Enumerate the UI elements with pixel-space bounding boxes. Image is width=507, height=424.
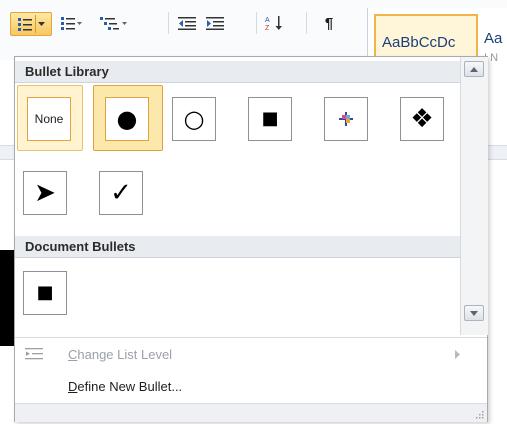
svg-text:A: A [265,17,270,24]
decrease-indent-button[interactable] [176,12,198,34]
menu-separator [15,337,487,338]
bullets-button[interactable] [10,12,52,36]
style-next[interactable]: Aa [484,30,502,47]
increase-indent-icon [206,17,224,30]
scroll-up-button[interactable] [464,61,484,77]
chevron-down-icon [38,22,45,26]
four-diamonds-icon: ❖ [410,104,434,134]
bullets-icon [18,18,32,31]
increase-indent-button[interactable] [204,12,226,34]
multilevel-list-icon [100,17,127,30]
styles-gallery[interactable]: AaBbCcDc Aa I N [367,8,507,66]
picture-bullet-icon [339,112,353,126]
resize-bar[interactable] [15,403,487,422]
style-preview-text: AaBbCcDc [382,34,456,51]
numbering-icon [61,17,82,30]
document-content-fragment [0,250,14,346]
define-new-bullet-item[interactable]: Define New Bullet... [15,373,487,401]
svg-text:Z: Z [265,25,270,31]
filled-circle-icon: ● [116,105,138,133]
bullet-filled-square[interactable]: ■ [248,97,292,141]
submenu-arrow-icon [455,350,460,359]
scroll-down-button[interactable] [464,305,484,321]
bullet-library-dropdown: Bullet Library None ● ○ ■ ❖ ➤ ✓ Document… [14,56,488,422]
numbering-button[interactable] [54,12,88,34]
bullet-library-header: Bullet Library [15,61,460,83]
bullet-checkmark[interactable]: ✓ [99,171,143,215]
bullet-none[interactable]: None [27,97,71,141]
show-formatting-button[interactable]: ¶ [318,12,340,34]
document-bullet-square[interactable]: ■ [23,271,67,315]
change-list-level-icon [25,348,43,360]
change-list-level-item[interactable]: Change List Level [15,341,487,369]
sort-button[interactable]: A Z [262,12,288,34]
change-list-level-label: Change List Level [68,347,173,362]
bullet-picture[interactable] [324,97,368,141]
checkmark-icon: ✓ [110,178,132,208]
bullet-diamonds[interactable]: ❖ [400,97,444,141]
resize-grip-icon [476,411,484,419]
hollow-circle-icon: ○ [183,105,205,133]
arrowhead-icon: ➤ [34,178,56,208]
bullet-filled-circle[interactable]: ● [105,97,149,141]
document-bullets-header: Document Bullets [15,236,460,258]
bullet-hollow-circle[interactable]: ○ [172,97,216,141]
ribbon-separator [168,12,169,34]
filled-square-icon: ■ [36,282,54,303]
decrease-indent-icon [178,17,196,30]
ribbon-separator [256,12,257,34]
none-label: None [34,112,64,126]
triangle-down-icon [470,310,478,316]
gallery-scrollbar[interactable] [460,57,488,335]
sort-az-icon: A Z [265,16,282,31]
filled-square-icon: ■ [261,108,279,129]
triangle-up-icon [470,66,478,72]
ribbon: A Z ¶ AaBbCcDc Aa I N [0,0,507,66]
multilevel-list-button[interactable] [92,12,136,34]
pilcrow-icon: ¶ [324,14,334,32]
bullet-arrowhead[interactable]: ➤ [23,171,67,215]
ribbon-separator [306,12,307,34]
define-new-bullet-label: Define New Bullet... [68,379,183,394]
